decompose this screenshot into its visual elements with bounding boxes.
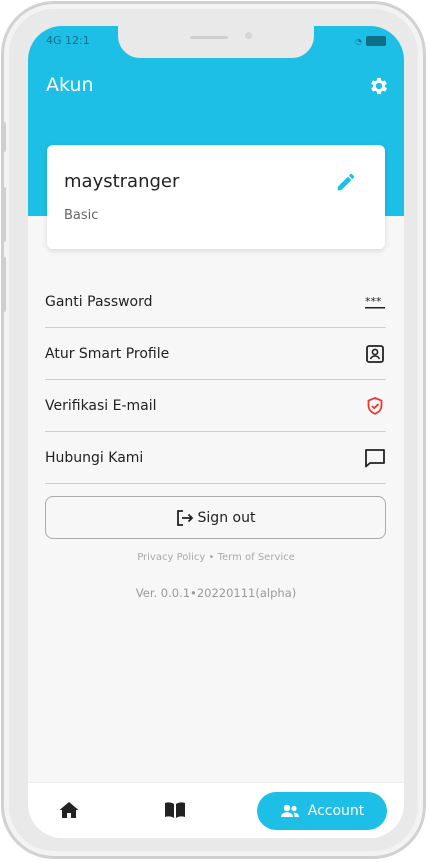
side-button <box>2 122 6 152</box>
chat-icon <box>364 447 386 469</box>
side-button <box>2 187 6 242</box>
status-icons: ◔ <box>355 36 386 46</box>
menu-item-label: Atur Smart Profile <box>45 345 170 362</box>
page-title: Akun <box>46 74 94 96</box>
menu-item-label: Hubungi Kami <box>45 449 144 466</box>
menu-item-change-password[interactable]: Ganti Password *** <box>45 276 386 328</box>
menu-item-label: Verifikasi E-mail <box>45 397 157 414</box>
username: maystranger <box>64 171 180 192</box>
shield-check-icon <box>364 395 386 417</box>
notch <box>118 26 314 58</box>
time-label: 12:1 <box>65 34 90 47</box>
menu-item-contact-us[interactable]: Hubungi Kami <box>45 432 386 484</box>
svg-text:***: *** <box>365 295 382 308</box>
app-screen: 4G 12:1 ◔ Akun maystranger Basic Ganti P… <box>28 26 404 838</box>
version-label: Ver. 0.0.1•20220111(alpha) <box>135 586 297 600</box>
bottom-nav: Account <box>28 782 404 838</box>
camera <box>245 32 252 39</box>
signal-label: 4G <box>46 34 62 47</box>
signout-button[interactable]: Sign out <box>45 496 386 539</box>
phone-frame: 4G 12:1 ◔ Akun maystranger Basic Ganti P… <box>2 2 425 858</box>
edit-icon[interactable] <box>335 171 357 193</box>
legal-links[interactable]: Privacy Policy • Term of Service <box>28 552 404 563</box>
battery-icon <box>366 36 386 46</box>
nav-account-label: Account <box>307 803 365 819</box>
plan-label: Basic <box>64 208 99 223</box>
nav-account-button[interactable]: Account <box>257 792 387 830</box>
users-icon <box>280 804 299 817</box>
book-icon[interactable] <box>164 801 186 819</box>
password-icon: *** <box>364 291 386 313</box>
profile-card-icon <box>364 343 386 365</box>
gear-icon[interactable] <box>368 75 390 97</box>
menu-item-label: Ganti Password <box>45 293 153 310</box>
menu-item-verify-email[interactable]: Verifikasi E-mail <box>45 380 386 432</box>
side-button <box>2 257 6 312</box>
status-time: 4G 12:1 <box>46 34 90 47</box>
menu-item-smart-profile[interactable]: Atur Smart Profile <box>45 328 386 380</box>
signout-label: Sign out <box>197 509 256 526</box>
home-icon[interactable] <box>58 800 80 820</box>
speaker <box>190 36 228 39</box>
settings-menu: Ganti Password *** Atur Smart Profile Ve… <box>45 276 386 484</box>
profile-card: maystranger Basic <box>47 145 385 249</box>
logout-icon <box>176 509 193 526</box>
wifi-icon: ◔ <box>355 36 362 46</box>
